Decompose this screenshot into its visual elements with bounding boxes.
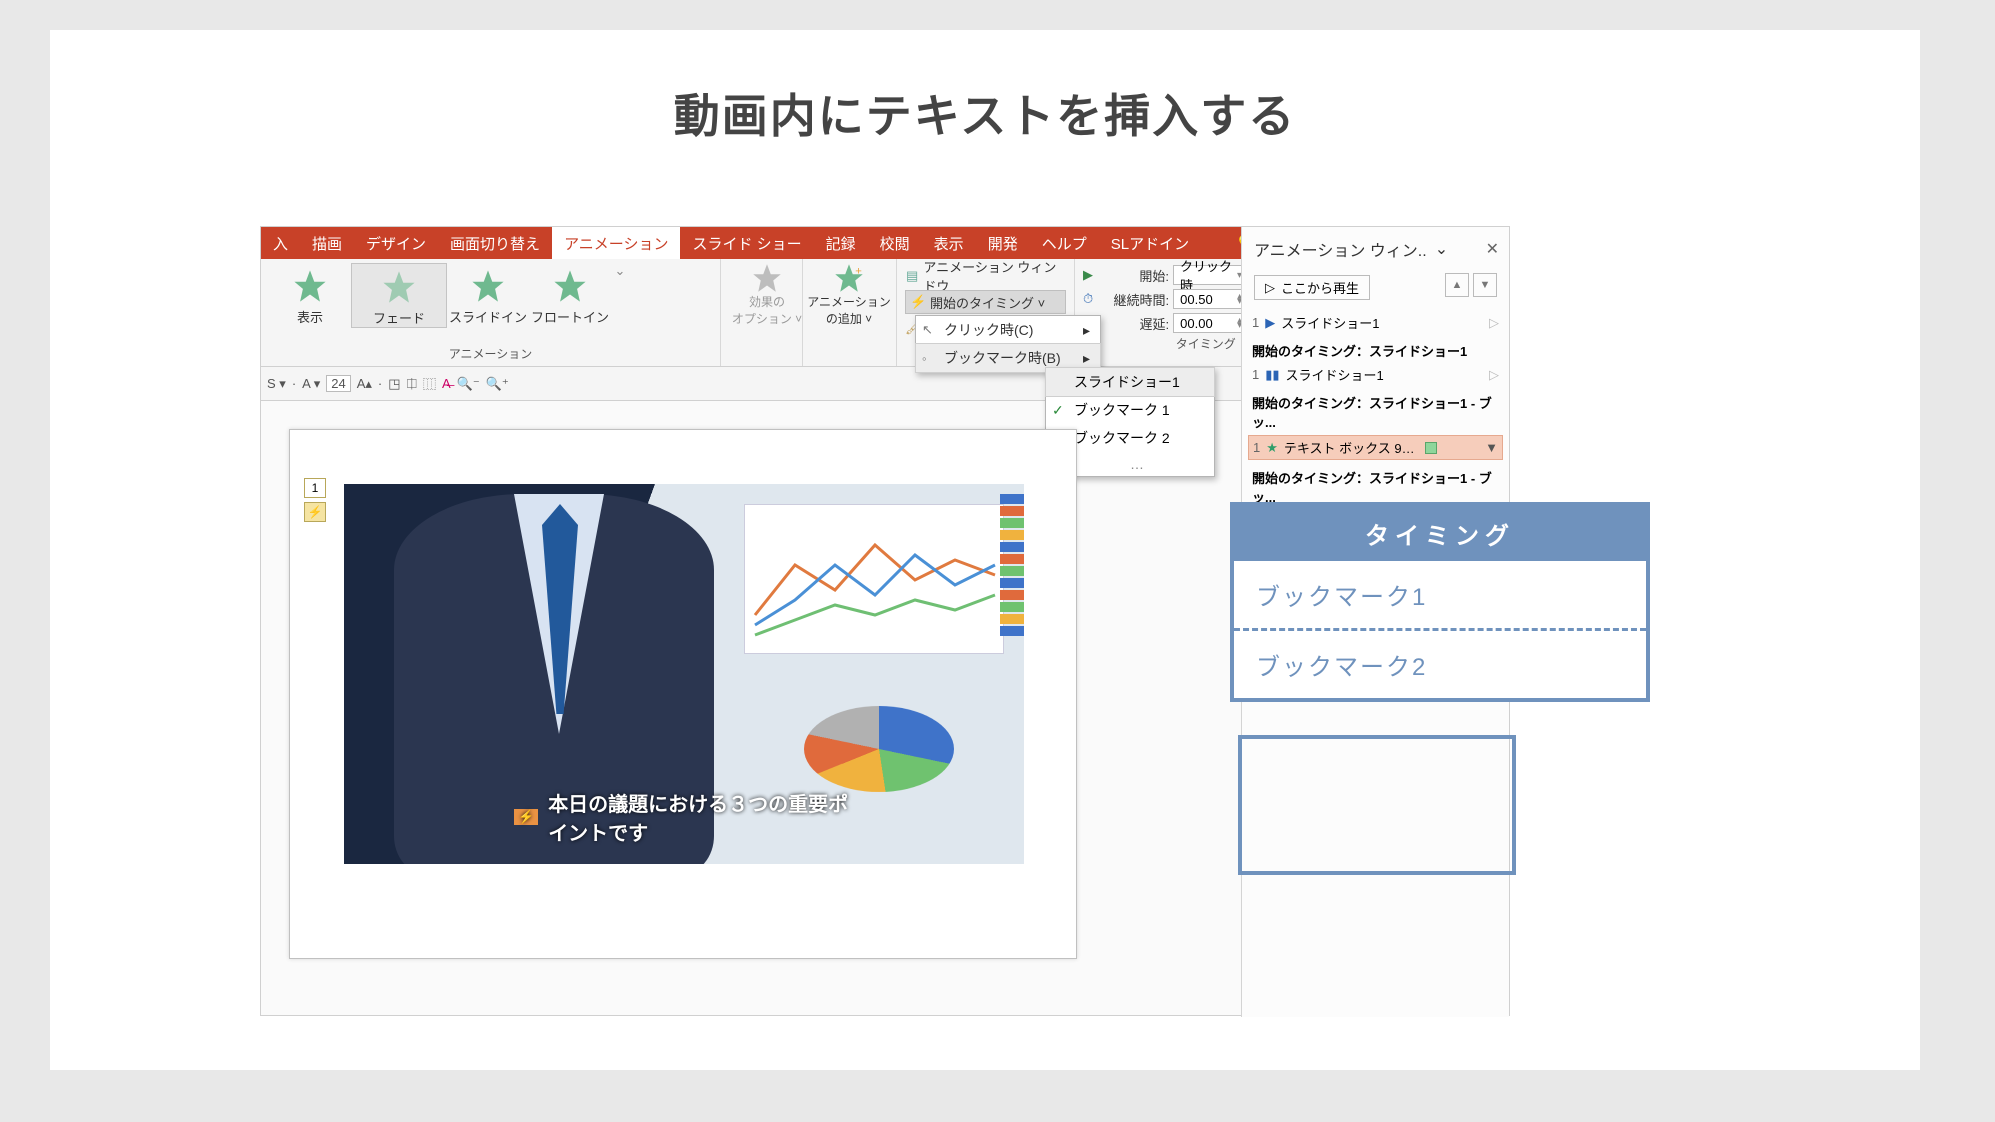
- tab-addin[interactable]: SLアドイン: [1099, 227, 1201, 259]
- tab-help[interactable]: ヘルプ: [1030, 227, 1099, 259]
- dropdown-icon[interactable]: ▼: [1485, 440, 1498, 455]
- tab-design[interactable]: デザイン: [354, 227, 438, 259]
- trigger-icon: ⚡: [910, 294, 926, 310]
- pane-item-3[interactable]: 1★テキスト ボックス 9… ▼: [1248, 435, 1503, 460]
- tab-record[interactable]: 記録: [814, 227, 868, 259]
- pane-item-2[interactable]: 1▮▮スライドショー1▷: [1252, 362, 1499, 387]
- zoom-out-icon[interactable]: 🔍⁻: [457, 376, 480, 392]
- anim-badge-trigger[interactable]: ⚡: [304, 502, 326, 522]
- anim-badge-1[interactable]: 1: [304, 478, 326, 498]
- pane-section-1: 開始のタイミング：スライドショー1: [1252, 335, 1499, 362]
- flash-icon: ⚡: [514, 809, 538, 825]
- page-title: 動画内にテキストを挿入する: [50, 80, 1920, 146]
- tab-view[interactable]: 表示: [922, 227, 976, 259]
- tab-review[interactable]: 校閲: [868, 227, 922, 259]
- bookmark-icon: ◦: [922, 351, 927, 366]
- bar-strip: [1000, 494, 1024, 734]
- play-icon: ▶: [1083, 267, 1093, 283]
- tab-slideshow[interactable]: スライド ショー: [680, 227, 813, 259]
- play-icon: ▷: [1265, 280, 1275, 296]
- fade-button[interactable]: フェード: [351, 263, 447, 328]
- slide[interactable]: 1 ⚡ ⚡ 本日の議題における３つの重要ポ: [289, 429, 1077, 959]
- pane-section-2: 開始のタイミング：スライドショー1 - ブッ...: [1252, 387, 1499, 433]
- zoom-in-icon[interactable]: 🔍⁺: [486, 376, 509, 392]
- svg-text:+: +: [855, 265, 862, 277]
- video-object[interactable]: ⚡ 本日の議題における３つの重要ポイントです: [344, 484, 1024, 864]
- tab-insert[interactable]: 入: [261, 227, 300, 259]
- floatin-button[interactable]: フロートイン: [529, 263, 611, 326]
- video-caption[interactable]: ⚡ 本日の議題における３つの重要ポイントです: [514, 788, 854, 846]
- trigger-menu: ↖クリック時(C)▸ ◦ブックマーク時(B)▸: [915, 315, 1101, 373]
- clear-format-icon[interactable]: A̶: [442, 376, 451, 391]
- cursor-icon: ↖: [922, 322, 933, 338]
- effect-options-button: 効果の オプション ˅: [729, 263, 805, 327]
- move-down-icon[interactable]: ▼: [1473, 273, 1497, 297]
- annotation-row-1: ブックマーク1: [1234, 561, 1646, 628]
- tab-developer[interactable]: 開発: [976, 227, 1030, 259]
- shape-tool-icon[interactable]: ◳: [388, 376, 400, 392]
- start-timing-button[interactable]: ⚡開始のタイミング ˅: [905, 290, 1066, 314]
- align-tool-icon[interactable]: ⎅: [407, 376, 417, 392]
- pane-item-1[interactable]: 1▶スライドショー1▷: [1252, 310, 1499, 335]
- font-a[interactable]: A ▾: [302, 376, 320, 392]
- menu-on-click[interactable]: ↖クリック時(C)▸: [916, 316, 1100, 344]
- pane-icon: ▤: [905, 268, 919, 284]
- tab-draw[interactable]: 描画: [300, 227, 354, 259]
- chevron-down-icon[interactable]: ⌄: [1435, 239, 1448, 259]
- animation-window-button[interactable]: ▤アニメーション ウィンドウ: [905, 264, 1066, 288]
- close-icon[interactable]: ✕: [1486, 239, 1499, 259]
- pie-chart: [804, 706, 954, 792]
- play-from-button[interactable]: ▷ここから再生: [1254, 275, 1370, 300]
- add-animation-button[interactable]: + アニメーション の追加 ˅: [811, 263, 887, 327]
- slidein-button[interactable]: スライドイン: [447, 263, 529, 326]
- increase-font-icon[interactable]: A▴: [357, 376, 372, 392]
- annotation-row-2: ブックマーク2: [1234, 631, 1646, 698]
- submenu-slideshow1[interactable]: スライドショー1: [1045, 367, 1215, 397]
- clock-icon: ⏱: [1083, 291, 1093, 307]
- move-up-icon[interactable]: ▲: [1445, 273, 1469, 297]
- pane-title: アニメーション ウィン..: [1254, 237, 1427, 261]
- preview-button[interactable]: 表示: [269, 263, 351, 326]
- font-color-icon[interactable]: S ▾: [267, 376, 286, 392]
- anim-group-label: アニメーション: [269, 345, 712, 364]
- annotation-box: タイミング ブックマーク1 ブックマーク2: [1230, 502, 1650, 702]
- tab-transition[interactable]: 画面切り替え: [438, 227, 552, 259]
- line-chart: [744, 504, 1004, 654]
- annotation-header: タイミング: [1234, 506, 1646, 561]
- gallery-more-icon[interactable]: ⌄: [611, 263, 629, 279]
- arrange-icon[interactable]: ⿲: [423, 374, 436, 393]
- tab-animation[interactable]: アニメーション: [552, 227, 680, 259]
- font-size-field[interactable]: 24: [326, 375, 350, 392]
